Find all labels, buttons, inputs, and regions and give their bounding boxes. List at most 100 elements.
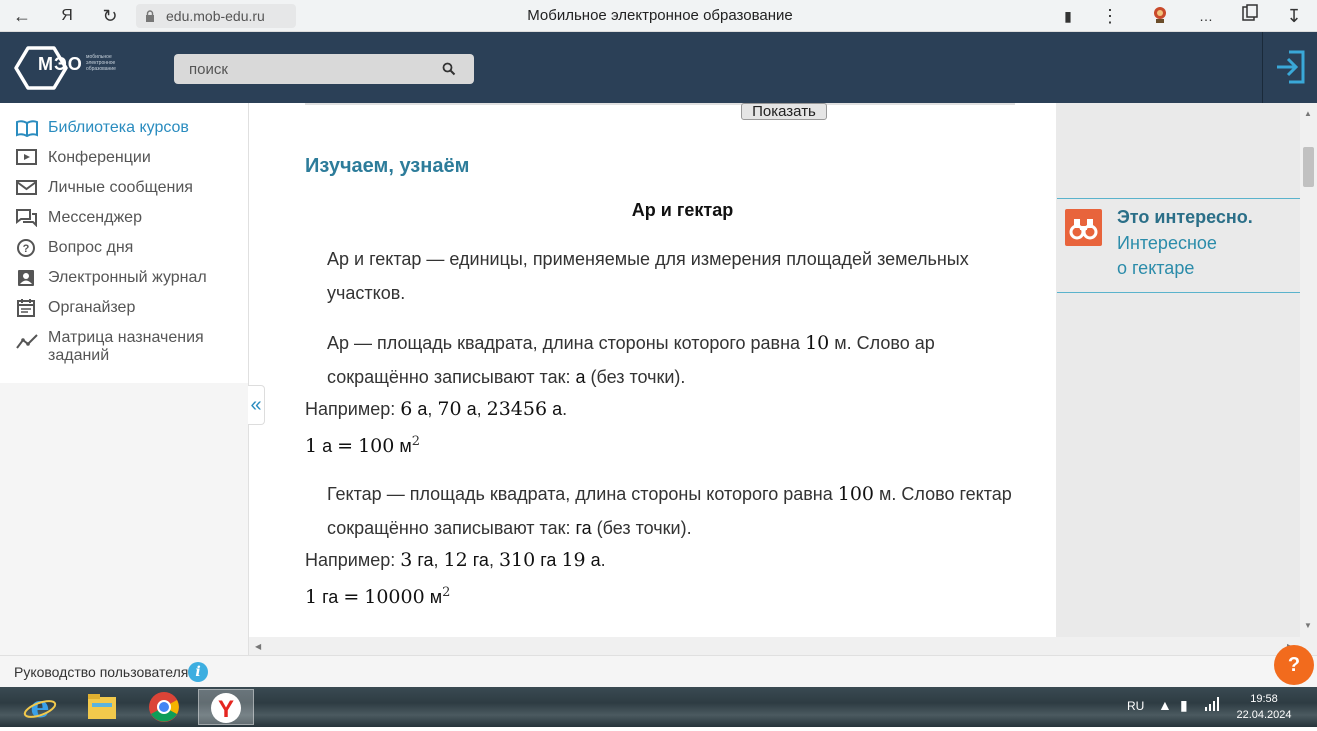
math-number: 310 [498,549,536,571]
equals-sign: = [343,586,360,608]
text: (без точки). [591,518,692,538]
scrollbar-thumb[interactable] [1303,147,1314,187]
example-label: Например: [305,550,401,570]
footer: Руководство пользователя i [0,655,1317,687]
info-icon[interactable]: i [188,662,208,682]
unit: га [540,550,557,570]
search-icon[interactable] [442,62,456,76]
main-area: Показать Изучаем, узнаём Ар и гектар Ар … [265,103,1300,637]
math-number: 19 [561,549,586,571]
hectare-example: Например: 3 га, 12 га, 310 га 19 а. [305,549,606,571]
sidebar-item-course-library[interactable]: Библиотека курсов [0,119,248,149]
sidebar-item-label: Электронный журнал [48,269,207,286]
sidebar-item-organizer[interactable]: Органайзер [0,299,248,329]
lock-icon [146,10,154,22]
unit: а [590,550,601,570]
lesson-content: Показать Изучаем, узнаём Ар и гектар Ар … [265,103,1056,637]
scroll-up-icon[interactable]: ▲ [1304,109,1312,118]
sidebar-item-label: Матрица назначения заданий [48,329,204,364]
sidebar-item-label: Вопрос дня [48,239,134,256]
taskbar: e Y RU ▲ ▮ 19:58 22.04.2024 [0,687,1317,727]
yandex-icon[interactable]: Я [55,4,79,28]
sidebar-item-journal[interactable]: Электронный журнал [0,269,248,299]
tray-arrow-icon[interactable]: ▲ [1158,697,1172,713]
more-icon[interactable]: … [1194,4,1218,28]
menu-icon[interactable]: ⋮ [1098,4,1122,28]
math-number: 10 [805,332,830,354]
show-button[interactable]: Показать [741,103,827,120]
sidebar-collapse-button[interactable]: « [248,385,265,425]
user-guide-link[interactable]: Руководство пользователя [14,664,188,680]
ar-equation: 1 а = 100 м2 [305,424,1040,464]
yandex-browser-icon[interactable]: Y [198,689,254,725]
battery-icon[interactable]: ▮ [1180,697,1188,714]
search-box [174,54,474,84]
math-number: 3 [400,549,413,571]
svg-text:?: ? [23,243,30,255]
clock-time: 19:58 [1250,693,1278,705]
nav-list: Библиотека курсов Конференции Личные соо… [0,103,248,383]
lesson-title: Ар и гектар [631,200,734,220]
hectare-article-link[interactable]: Интересное о гектаре [1117,231,1217,281]
link-line: о гектаре [1117,258,1195,278]
collections-icon[interactable] [1238,4,1262,28]
extension-icon[interactable] [1148,4,1172,28]
scroll-left-icon[interactable]: ◀ [255,642,261,651]
login-button[interactable] [1262,32,1317,103]
back-icon[interactable]: ← [10,4,34,28]
vertical-scrollbar[interactable]: ▲ ▼ [1300,103,1317,637]
example-label: Например: [305,399,401,419]
sidebar-item-label: Библиотека курсов [48,119,189,136]
sidebar-item-question-of-day[interactable]: ? Вопрос дня [0,239,248,269]
svg-text:e: e [30,690,49,725]
file-explorer-icon[interactable] [74,689,130,725]
unit: га [417,550,434,570]
interesting-panel[interactable]: Это интересно. Интересное о гектаре [1057,198,1300,293]
clock[interactable]: 19:58 22.04.2024 [1234,691,1294,723]
chrome-icon[interactable] [136,689,192,725]
sidebar-item-label: Мессенджер [48,209,142,226]
reload-icon[interactable]: ↻ [98,4,122,28]
address-bar[interactable]: edu.mob-edu.ru [136,4,296,28]
sidebar-item-messenger[interactable]: Мессенджер [0,209,248,239]
download-icon[interactable]: ↧ [1282,4,1306,28]
paragraph-text: Ар и гектар — единицы, применяемые для и… [327,249,969,303]
text: Ар — площадь квадрата, длина стороны кот… [327,333,806,353]
sidebar: Библиотека курсов Конференции Личные соо… [0,103,249,657]
chat-icon [16,209,37,227]
horizontal-scrollbar[interactable]: ◀ ▶ [249,637,1317,655]
sidebar-item-task-matrix[interactable]: Матрица назначения заданий [0,329,248,369]
math-number: 10000 [364,586,425,608]
help-button[interactable]: ? [1274,645,1314,685]
question-icon: ? [17,239,35,257]
trend-icon [16,334,38,349]
equals-sign: = [337,435,354,457]
login-icon [1277,50,1305,84]
binoculars-icon [1065,209,1102,246]
language-indicator[interactable]: RU [1127,699,1144,713]
math-number: 12 [443,549,468,571]
book-icon [16,120,38,137]
logo-subtitle: мобильное электронное образование [86,54,116,72]
sidebar-item-messages[interactable]: Личные сообщения [0,179,248,209]
unit: а [322,436,333,456]
video-play-icon [16,149,37,165]
hectare-definition: Гектар — площадь квадрата, длина стороны… [305,477,1040,545]
math-number: 23456 [486,398,548,420]
bookmark-icon[interactable]: ▮ [1056,4,1080,28]
exponent: 2 [411,434,421,449]
abbr: а [575,367,586,387]
scroll-down-icon[interactable]: ▼ [1304,621,1312,630]
sidebar-item-conferences[interactable]: Конференции [0,149,248,179]
math-number: 1 [305,586,318,608]
unit: м [874,484,892,504]
math-number: 100 [837,483,875,505]
browser-toolbar: ← Я ↻ edu.mob-edu.ru Мобильное электронн… [0,0,1317,32]
text: (без точки). [585,367,686,387]
sidebar-item-label: Личные сообщения [48,179,193,196]
search-input[interactable] [174,54,414,84]
calendar-icon [17,299,35,317]
meo-logo[interactable]: МЭО мобильное электронное образование [14,44,124,92]
ie-icon[interactable]: e [12,689,68,725]
signal-icon[interactable] [1205,697,1219,714]
